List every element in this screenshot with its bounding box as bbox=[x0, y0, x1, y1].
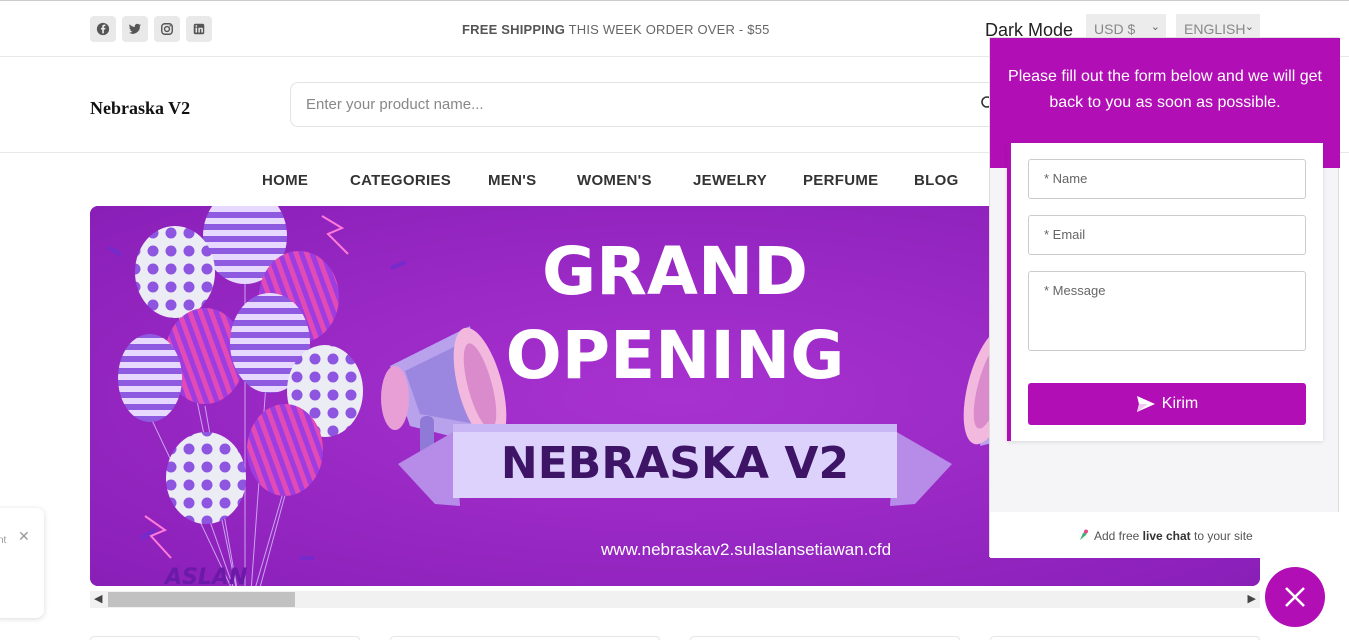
product-card bbox=[90, 636, 360, 640]
site-logo[interactable]: Nebraska V2 bbox=[90, 98, 190, 119]
chat-close-button[interactable] bbox=[1265, 567, 1325, 627]
shipping-highlight: FREE SHIPPING bbox=[462, 22, 566, 37]
chevron-down-icon: ⌄ bbox=[1150, 21, 1160, 33]
nav-item-perfume[interactable]: PERFUME bbox=[803, 172, 878, 189]
notification-text: nt bbox=[0, 535, 7, 546]
powered-bold: live chat bbox=[1142, 529, 1191, 543]
nav-item-home[interactable]: HOME bbox=[262, 172, 308, 189]
nav-item-categories[interactable]: CATEGORIES bbox=[350, 172, 451, 189]
product-card bbox=[990, 636, 1260, 640]
powered-by[interactable]: Add free live chat to your site bbox=[990, 512, 1340, 558]
contact-widget: Please fill out the form below and we wi… bbox=[989, 37, 1340, 558]
search-input[interactable]: Enter your product name... bbox=[290, 82, 1010, 127]
chevron-down-icon: ⌄ bbox=[1244, 21, 1254, 33]
language-value: ENGLISH bbox=[1184, 21, 1246, 37]
name-field[interactable]: * Name bbox=[1028, 159, 1306, 199]
banner-ribbon-text: NEBRASKA V2 bbox=[501, 438, 849, 489]
nav-item-womens[interactable]: WOMEN'S bbox=[577, 172, 652, 189]
social-links bbox=[90, 16, 212, 42]
send-label: Kirim bbox=[1161, 395, 1199, 412]
facebook-icon[interactable] bbox=[90, 16, 116, 42]
twitter-icon[interactable] bbox=[122, 16, 148, 42]
product-card bbox=[390, 636, 660, 640]
linkedin-icon[interactable] bbox=[186, 16, 212, 42]
banner-headline-1: GRAND bbox=[542, 233, 808, 310]
banner-headline-2: OPENING bbox=[506, 317, 845, 394]
shipping-text: THIS WEEK ORDER OVER - $55 bbox=[565, 22, 770, 37]
contact-form: * Name * Email * Message Kirim bbox=[1007, 143, 1323, 441]
tawk-icon bbox=[1080, 529, 1089, 540]
scroll-left-icon[interactable]: ◀ bbox=[94, 591, 102, 608]
powered-pre: Add free bbox=[1093, 529, 1143, 543]
close-icon bbox=[1285, 587, 1305, 607]
send-button[interactable]: Kirim bbox=[1028, 383, 1306, 425]
horizontal-scrollbar[interactable]: ◀ ▶ bbox=[90, 591, 1260, 608]
nav-item-blog[interactable]: BLOG bbox=[914, 172, 959, 189]
nav-item-mens[interactable]: MEN'S bbox=[488, 172, 536, 189]
scroll-thumb[interactable] bbox=[108, 592, 295, 607]
instagram-icon[interactable] bbox=[154, 16, 180, 42]
banner-url: www.nebraskav2.sulaslansetiawan.cfd bbox=[600, 540, 891, 559]
scroll-right-icon[interactable]: ▶ bbox=[1248, 591, 1256, 608]
shipping-notice: FREE SHIPPING THIS WEEK ORDER OVER - $55 bbox=[462, 22, 770, 37]
nav-item-jewelry[interactable]: JEWELRY bbox=[693, 172, 767, 189]
message-field[interactable]: * Message bbox=[1028, 271, 1306, 351]
email-field[interactable]: * Email bbox=[1028, 215, 1306, 255]
currency-value: USD $ bbox=[1094, 21, 1136, 37]
close-icon[interactable]: ✕ bbox=[18, 528, 30, 545]
powered-post: to your site bbox=[1190, 529, 1253, 543]
banner-watermark: ASLAN bbox=[163, 565, 247, 586]
send-icon bbox=[1136, 396, 1155, 412]
product-card bbox=[690, 636, 960, 640]
notification-popup: nt ✕ bbox=[0, 508, 44, 618]
